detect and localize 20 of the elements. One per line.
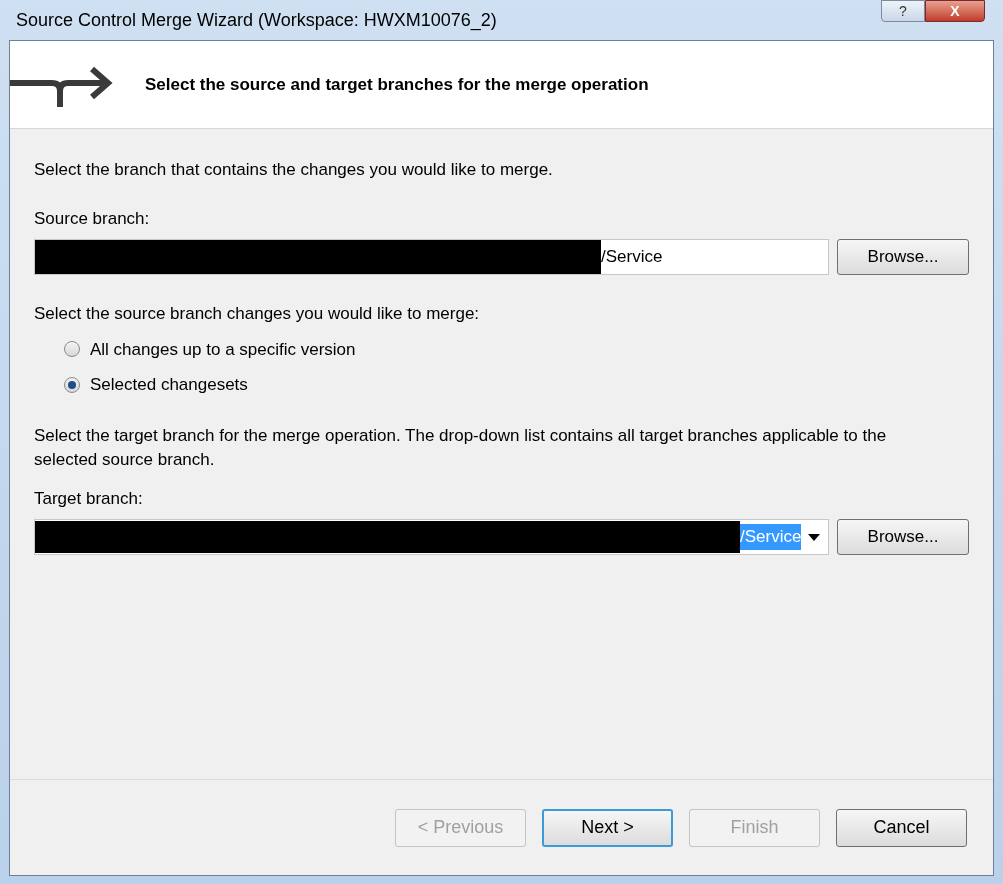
radio-button[interactable] bbox=[64, 376, 80, 393]
browse-button[interactable]: Browse... bbox=[837, 239, 969, 275]
wizard-button[interactable]: Next > bbox=[542, 808, 673, 847]
source-branch-field[interactable]: /Service bbox=[34, 239, 829, 275]
browse-button[interactable]: Browse... bbox=[837, 519, 969, 555]
target-branch-label: Target branch: bbox=[34, 487, 144, 510]
intro-text: Select the branch that contains the changes you would like to merge. bbox=[34, 159, 554, 181]
branch-path-text: /Service bbox=[740, 524, 802, 550]
changes-radio-option[interactable]: Selected changesets bbox=[64, 372, 248, 398]
changes-radio-option[interactable]: All changes up to a specific version bbox=[64, 336, 356, 362]
target-description: Select the target branch for the merge operation. The drop-down list contains all target branches applicable to the selected source branch. bbox=[34, 424, 888, 471]
source-branch-label: Source branch: bbox=[34, 207, 151, 230]
header-title: Select the source and target branches for the merge operation bbox=[145, 73, 649, 96]
radio-button[interactable] bbox=[64, 341, 80, 358]
changes-label: Select the source branch changes you would like to merge: bbox=[34, 303, 481, 325]
dropdown-caret-icon[interactable] bbox=[808, 534, 820, 541]
window-title: Source Control Merge Wizard (Workspace: HWXM10076_2) bbox=[16, 8, 497, 33]
wizard-button[interactable]: Cancel bbox=[836, 808, 967, 847]
branch-path-text: /Service bbox=[601, 246, 663, 269]
help-button[interactable]: ? bbox=[881, 0, 925, 22]
